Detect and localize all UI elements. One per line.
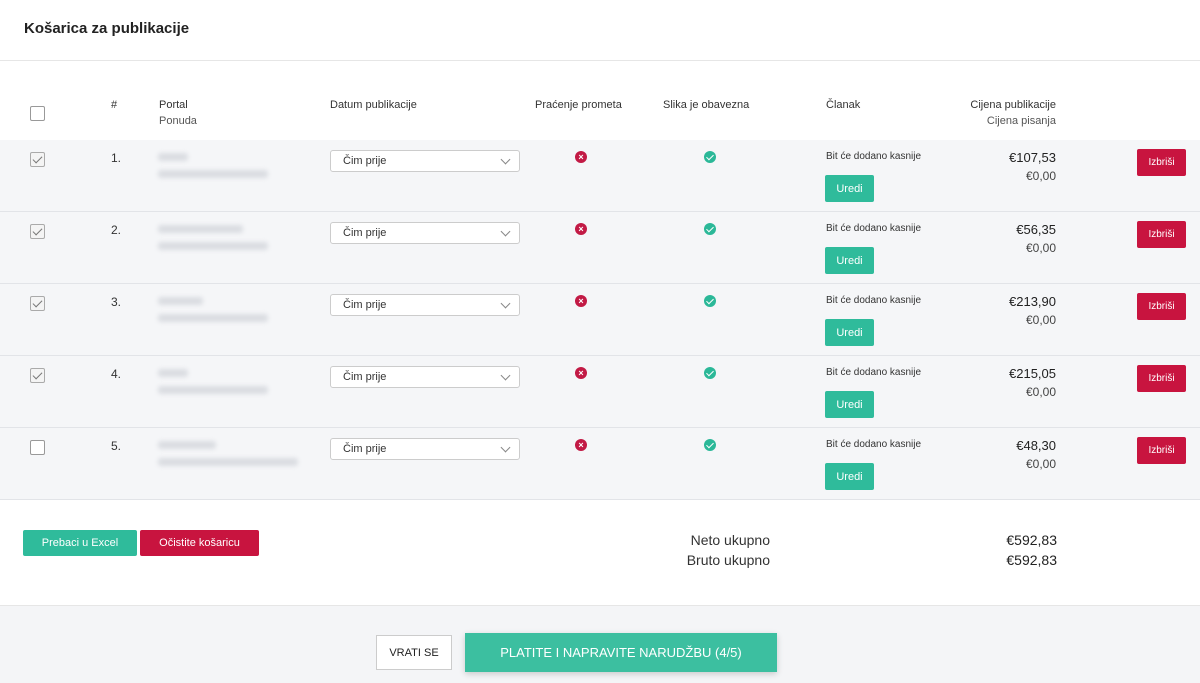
publication-date-select[interactable]: Čim prije: [330, 222, 520, 244]
delete-button[interactable]: Izbriši: [1137, 149, 1186, 176]
edit-button[interactable]: Uredi: [825, 319, 874, 346]
clear-cart-button[interactable]: Očistite košaricu: [140, 530, 259, 556]
check-circle-icon: [704, 151, 716, 163]
portal-name-blurred: [158, 297, 203, 305]
column-date: Datum publikacije: [330, 99, 417, 111]
publication-date-value: Čim prije: [343, 371, 387, 383]
portal-name-blurred: [158, 369, 188, 377]
check-circle-icon: [704, 439, 716, 451]
chevron-down-icon: [500, 226, 511, 237]
table-row: 2. Čim prije × Bit će dodano kasnije Ure…: [0, 212, 1200, 284]
cross-circle-icon: ×: [575, 223, 587, 235]
chevron-down-icon: [500, 370, 511, 381]
edit-button[interactable]: Uredi: [825, 175, 874, 202]
check-circle-icon: [704, 367, 716, 379]
offer-name-blurred: [158, 386, 268, 394]
writing-price: €0,00: [1025, 457, 1056, 471]
publication-date-value: Čim prije: [343, 155, 387, 167]
article-status: Bit će dodano kasnije: [826, 151, 922, 162]
writing-price: €0,00: [1025, 385, 1056, 399]
offer-name-blurred: [158, 242, 268, 250]
cross-circle-icon: ×: [575, 151, 587, 163]
column-number: #: [111, 99, 118, 111]
row-checkbox[interactable]: [30, 368, 45, 383]
row-number: 4.: [111, 367, 122, 381]
publication-date-select[interactable]: Čim prije: [330, 150, 520, 172]
table-row: 3. Čim prije × Bit će dodano kasnije Ure…: [0, 284, 1200, 356]
delete-button[interactable]: Izbriši: [1137, 293, 1186, 320]
column-image-required: Slika je obavezna: [663, 99, 750, 111]
portal-name-blurred: [158, 225, 243, 233]
offer-name-blurred: [158, 314, 268, 322]
article-status: Bit će dodano kasnije: [826, 295, 922, 306]
writing-price: €0,00: [1025, 169, 1056, 183]
offer-name-blurred: [158, 170, 268, 178]
writing-price: €0,00: [1025, 313, 1056, 327]
row-number: 3.: [111, 295, 122, 309]
row-number: 5.: [111, 439, 122, 453]
page-title: Košarica za publikacije: [24, 20, 190, 37]
pay-and-order-button[interactable]: PLATITE I NAPRAVITE NARUDŽBU (4/5): [465, 633, 777, 672]
article-status: Bit će dodano kasnije: [826, 223, 922, 234]
publication-date-select[interactable]: Čim prije: [330, 294, 520, 316]
back-button[interactable]: VRATI SE: [376, 635, 452, 670]
publication-price: €56,35: [1016, 222, 1056, 237]
row-number: 2.: [111, 223, 122, 237]
cross-circle-icon: ×: [575, 295, 587, 307]
column-offer: Ponuda: [159, 115, 197, 127]
delete-button[interactable]: Izbriši: [1137, 437, 1186, 464]
table-header: # Portal Ponuda Datum publikacije Praćen…: [0, 88, 1200, 140]
gross-total-value: €592,83: [1006, 552, 1057, 568]
gross-total-label: Bruto ukupno: [686, 552, 770, 568]
column-tracking: Praćenje prometa: [535, 99, 622, 111]
row-checkbox[interactable]: [30, 152, 45, 167]
publication-price: €213,90: [1009, 294, 1056, 309]
check-circle-icon: [704, 295, 716, 307]
page-header: Košarica za publikacije: [0, 0, 1200, 61]
edit-button[interactable]: Uredi: [825, 463, 874, 490]
row-checkbox[interactable]: [30, 296, 45, 311]
writing-price: €0,00: [1025, 241, 1056, 255]
publication-date-value: Čim prije: [343, 227, 387, 239]
delete-button[interactable]: Izbriši: [1137, 221, 1186, 248]
net-total-label: Neto ukupno: [690, 532, 770, 548]
row-checkbox[interactable]: [30, 440, 45, 455]
delete-button[interactable]: Izbriši: [1137, 365, 1186, 392]
chevron-down-icon: [500, 442, 511, 453]
column-writing-price: Cijena pisanja: [986, 115, 1056, 127]
edit-button[interactable]: Uredi: [825, 247, 874, 274]
publication-price: €107,53: [1009, 150, 1056, 165]
table-row: 5. Čim prije × Bit će dodano kasnije Ure…: [0, 428, 1200, 500]
portal-name-blurred: [158, 441, 216, 449]
cross-circle-icon: ×: [575, 367, 587, 379]
publication-date-select[interactable]: Čim prije: [330, 438, 520, 460]
column-publication-price: Cijena publikacije: [970, 99, 1056, 111]
export-excel-button[interactable]: Prebaci u Excel: [23, 530, 137, 556]
portal-name-blurred: [158, 153, 188, 161]
table-row: 1. Čim prije × Bit će dodano kasnije Ure…: [0, 140, 1200, 212]
chevron-down-icon: [500, 154, 511, 165]
row-number: 1.: [111, 151, 122, 165]
cross-circle-icon: ×: [575, 439, 587, 451]
chevron-down-icon: [500, 298, 511, 309]
article-status: Bit će dodano kasnije: [826, 367, 922, 378]
checkout-footer: VRATI SE PLATITE I NAPRAVITE NARUDŽBU (4…: [0, 605, 1200, 683]
table-row: 4. Čim prije × Bit će dodano kasnije Ure…: [0, 356, 1200, 428]
row-checkbox[interactable]: [30, 224, 45, 239]
check-circle-icon: [704, 223, 716, 235]
publication-date-value: Čim prije: [343, 443, 387, 455]
publication-price: €215,05: [1009, 366, 1056, 381]
select-all-checkbox[interactable]: [30, 106, 45, 121]
publication-price: €48,30: [1016, 438, 1056, 453]
publication-date-value: Čim prije: [343, 299, 387, 311]
article-status: Bit će dodano kasnije: [826, 439, 922, 450]
publication-date-select[interactable]: Čim prije: [330, 366, 520, 388]
edit-button[interactable]: Uredi: [825, 391, 874, 418]
net-total-value: €592,83: [1006, 532, 1057, 548]
column-portal: Portal: [159, 99, 188, 111]
column-article: Članak: [826, 99, 861, 111]
offer-name-blurred: [158, 458, 298, 466]
